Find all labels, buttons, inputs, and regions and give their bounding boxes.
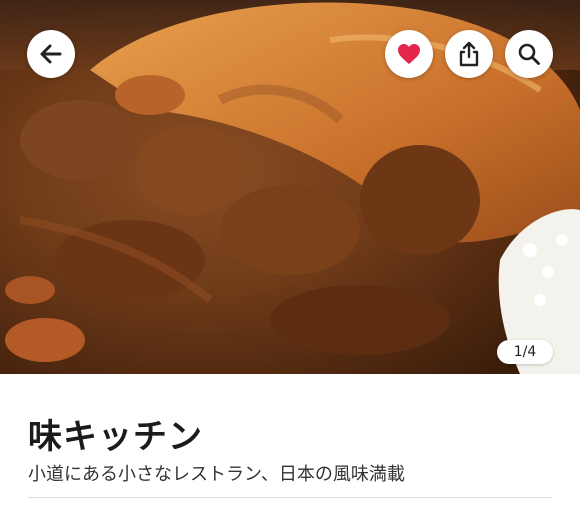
heart-icon [398,44,420,64]
search-button[interactable] [505,30,553,78]
back-button[interactable] [27,30,75,78]
image-counter-badge: 1/4 [497,340,553,364]
search-icon [518,43,540,65]
favorite-button[interactable] [385,30,433,78]
restaurant-name: 味キッチン [28,417,203,457]
hero-image-carousel[interactable]: 1/4 [0,0,580,374]
restaurant-tagline: 小道にある小さなレストラン、日本の風味満載 [28,464,405,485]
back-arrow-icon [40,44,62,64]
share-button[interactable] [445,30,493,78]
section-divider [28,497,552,498]
share-icon [459,41,479,67]
hero-photo [0,0,580,374]
